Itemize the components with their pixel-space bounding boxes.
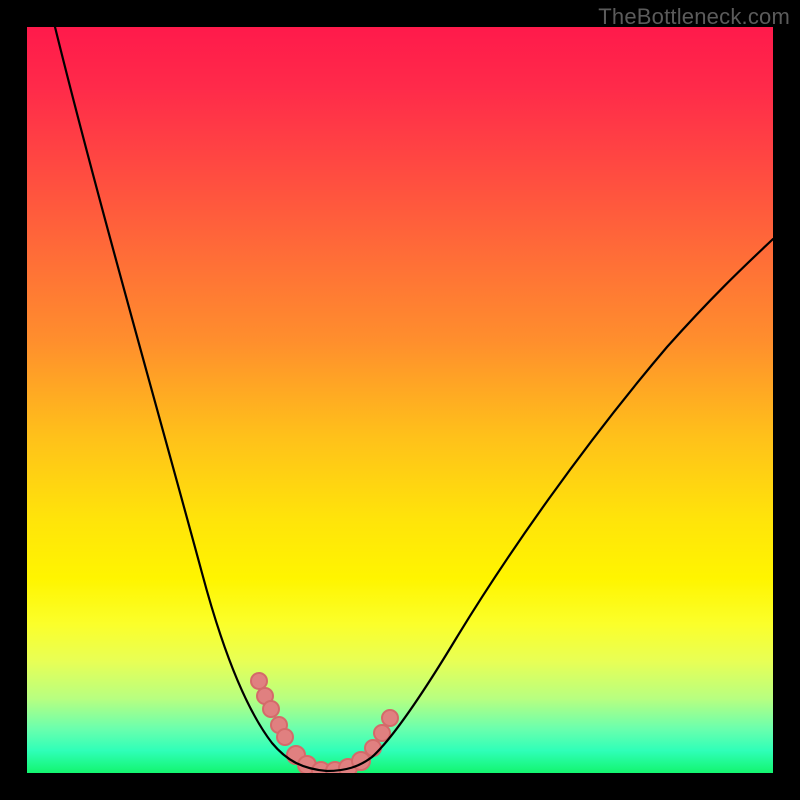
valley-markers: [251, 673, 398, 773]
bottleneck-curve: [27, 27, 773, 773]
watermark-text: TheBottleneck.com: [598, 4, 790, 30]
curve-path: [55, 27, 773, 771]
chart-plot-area: [27, 27, 773, 773]
chart-frame: TheBottleneck.com: [0, 0, 800, 800]
